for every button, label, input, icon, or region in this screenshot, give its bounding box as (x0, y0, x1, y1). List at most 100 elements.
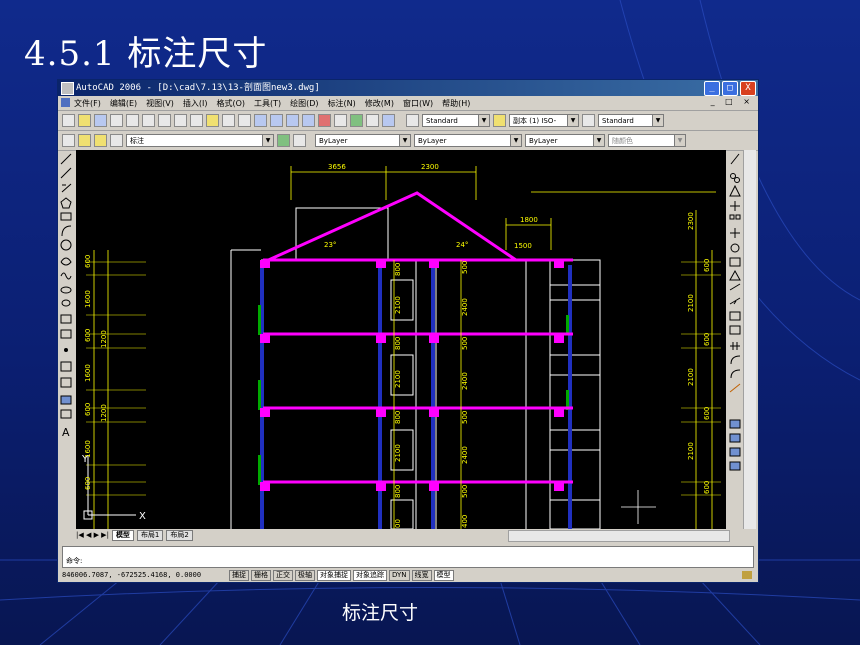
dim-text: 600 (84, 329, 92, 342)
layer-on-icon[interactable] (78, 134, 91, 147)
document-icon[interactable] (61, 98, 70, 107)
dim-text: 3656 (328, 163, 346, 171)
command-window[interactable]: 命令: (62, 546, 754, 568)
dim-text: 800 (394, 485, 402, 498)
section-drawing[interactable]: Y X 3656 2300 1800 23° 24° 1500 600 1600… (76, 150, 726, 530)
sheet-set-icon[interactable] (366, 114, 379, 127)
lineweight-toggle[interactable]: 线宽 (411, 569, 432, 581)
menu-help[interactable]: 帮助(H) (442, 98, 470, 109)
drawing-canvas[interactable]: Y X 3656 2300 1800 23° 24° 1500 600 1600… (76, 150, 726, 530)
tab-layout1[interactable]: 布局1 (136, 529, 164, 541)
horizontal-scrollbar[interactable] (508, 530, 730, 542)
chevron-down-icon[interactable]: ▼ (399, 135, 410, 146)
undo-icon[interactable] (222, 114, 235, 127)
tray-settings-icon[interactable] (742, 571, 752, 579)
snap-toggle[interactable]: 捕捉 (229, 569, 249, 581)
zoom-previous-icon[interactable] (302, 114, 315, 127)
text-style-select[interactable]: Standard ▼ (422, 114, 490, 127)
menu-dimension[interactable]: 标注(N) (328, 98, 356, 109)
menu-draw[interactable]: 绘图(D) (290, 98, 318, 109)
new-icon[interactable] (62, 114, 75, 127)
dim-text: 2400 (461, 446, 469, 464)
paste-icon[interactable] (190, 114, 203, 127)
chevron-down-icon[interactable]: ▼ (674, 135, 685, 146)
otrack-toggle[interactable]: 对象追踪 (353, 569, 387, 581)
ortho-toggle[interactable]: 正交 (273, 569, 293, 581)
menu-format[interactable]: 格式(O) (216, 98, 245, 109)
dim-text: 800 (394, 263, 402, 276)
publish-icon[interactable] (142, 114, 155, 127)
menu-insert[interactable]: 插入(I) (183, 98, 208, 109)
dim-text: 800 (394, 337, 402, 350)
chevron-down-icon[interactable]: ▼ (262, 135, 273, 146)
color-select[interactable]: ByLayer ▼ (315, 134, 411, 147)
chevron-down-icon[interactable]: ▼ (593, 135, 604, 146)
layer-manager-icon[interactable] (62, 134, 75, 147)
layer-freeze-icon[interactable] (94, 134, 107, 147)
window-titlebar[interactable]: AutoCAD 2006 - [D:\cad\7.13\13-剖面图new3.d… (58, 80, 758, 96)
modify-toolbar[interactable] (728, 150, 742, 540)
tab-nav-first-icon[interactable]: |◀ ◀ ▶ ▶| (76, 531, 109, 539)
chevron-down-icon[interactable]: ▼ (652, 115, 663, 126)
menu-window[interactable]: 窗口(W) (403, 98, 433, 109)
chevron-down-icon[interactable]: ▼ (510, 135, 521, 146)
vertical-scrollbar[interactable] (743, 150, 756, 529)
pan-icon[interactable] (254, 114, 267, 127)
table-style-icon (582, 114, 595, 127)
dim-text: 2300 (421, 163, 439, 171)
linetype-select[interactable]: ByLayer ▼ (414, 134, 522, 147)
print-icon[interactable] (110, 114, 123, 127)
dim-text: 500 (461, 485, 469, 498)
layer-select[interactable]: 标注 ▼ (126, 134, 274, 147)
zoom-window-icon[interactable] (286, 114, 299, 127)
dim-style-icon (493, 114, 506, 127)
preview-icon[interactable] (126, 114, 139, 127)
grid-toggle[interactable]: 栅格 (251, 569, 271, 581)
polar-toggle[interactable]: 极轴 (295, 569, 315, 581)
command-prompt: 命令: (66, 557, 83, 565)
menu-file[interactable]: 文件(F) (74, 98, 101, 109)
chevron-down-icon[interactable]: ▼ (567, 115, 578, 126)
open-icon[interactable] (78, 114, 91, 127)
mdi-controls[interactable]: _ □ × (711, 97, 754, 106)
dim-style-select[interactable]: 副本 (1) ISO- ▼ (509, 114, 579, 127)
zoom-realtime-icon[interactable] (270, 114, 283, 127)
dyn-toggle[interactable]: DYN (389, 569, 410, 581)
dim-text: 23° (324, 241, 336, 249)
model-toggle[interactable]: 模型 (433, 569, 454, 581)
close-button[interactable]: X (740, 81, 756, 96)
dim-text: 2100 (687, 294, 695, 312)
copy-icon[interactable] (174, 114, 187, 127)
tool-palette-icon[interactable] (350, 114, 363, 127)
menu-edit[interactable]: 编辑(E) (110, 98, 137, 109)
match-properties-icon[interactable] (206, 114, 219, 127)
save-icon[interactable] (94, 114, 107, 127)
dim-text: 500 (461, 411, 469, 424)
table-style-select[interactable]: Standard ▼ (598, 114, 664, 127)
properties-icon[interactable] (318, 114, 331, 127)
minimize-button[interactable]: _ (704, 81, 720, 96)
lineweight-select[interactable]: ByLayer ▼ (525, 134, 605, 147)
dim-text: 1600 (84, 364, 92, 382)
design-center-icon[interactable] (334, 114, 347, 127)
osnap-toggle[interactable]: 对象捕捉 (317, 569, 351, 581)
tab-layout2[interactable]: 布局2 (166, 529, 193, 541)
draw-toolbar[interactable]: A (58, 150, 75, 540)
redo-icon[interactable] (238, 114, 251, 127)
plotstyle-select[interactable]: 随颜色 ▼ (608, 134, 686, 147)
layer-previous-icon[interactable] (293, 134, 306, 147)
menu-tools[interactable]: 工具(T) (254, 98, 281, 109)
chevron-down-icon[interactable]: ▼ (478, 115, 489, 126)
restore-button[interactable]: □ (722, 81, 738, 96)
make-current-icon[interactable] (277, 134, 290, 147)
tab-model[interactable]: 模型 (111, 529, 134, 541)
menu-view[interactable]: 视图(V) (146, 98, 174, 109)
dim-text: 600 (84, 255, 92, 268)
layer-lock-icon[interactable] (110, 134, 123, 147)
help-icon[interactable] (382, 114, 395, 127)
dim-text: 2400 (461, 372, 469, 390)
dim-text: 500 (461, 337, 469, 350)
dim-text: 2100 (394, 296, 402, 314)
menu-modify[interactable]: 修改(M) (365, 98, 394, 109)
cut-icon[interactable] (158, 114, 171, 127)
